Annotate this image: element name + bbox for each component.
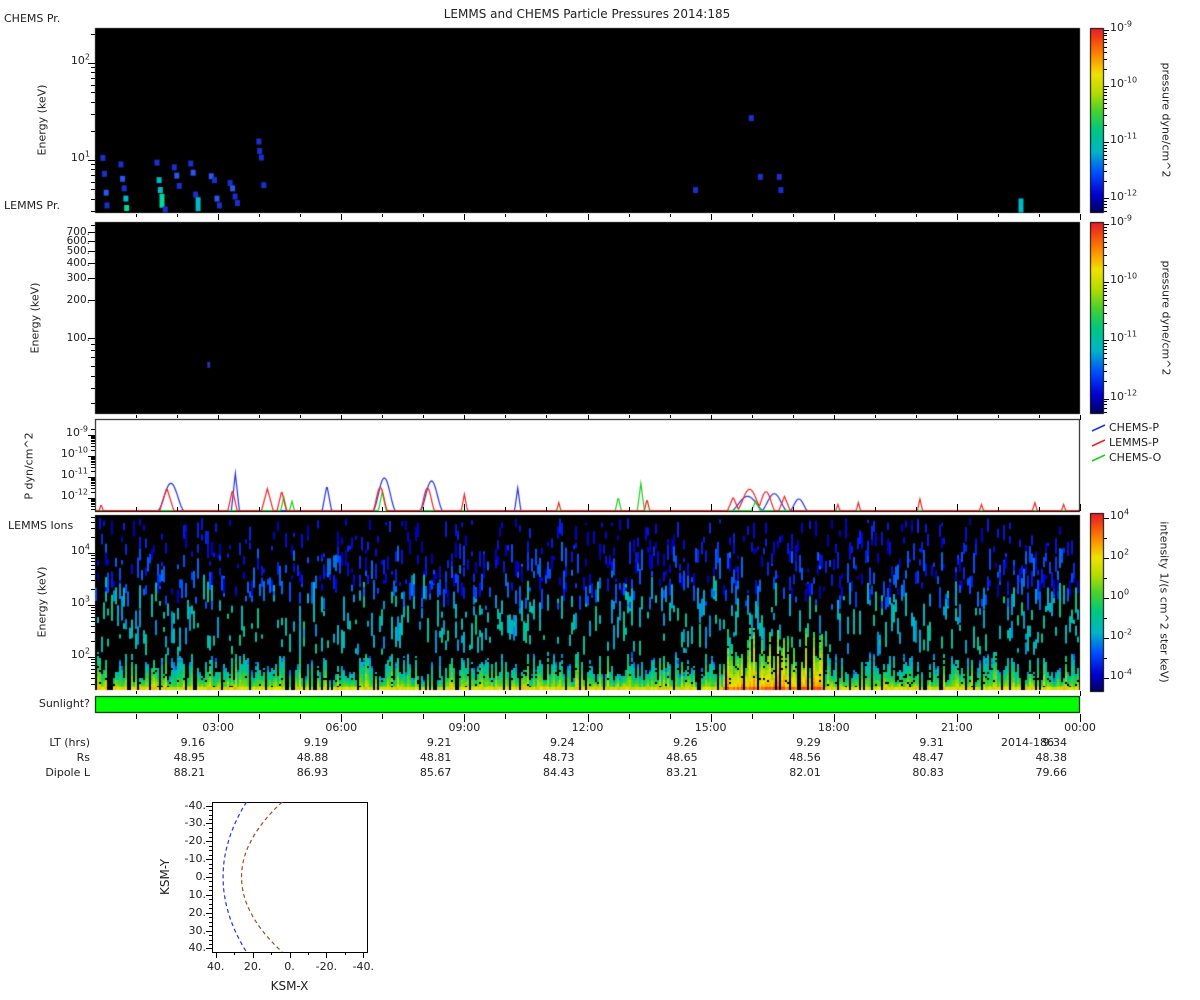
- axis-row-value: 9.29: [796, 736, 821, 749]
- time-tick-label: 21:00: [941, 721, 973, 734]
- cb2-tick: 10-9: [1110, 213, 1132, 229]
- orbit-ytick: -40.: [184, 798, 206, 812]
- cb1-tick: 10-12: [1110, 188, 1138, 203]
- panel-label-lemms-pr: LEMMS Pr.: [4, 199, 60, 212]
- axis-row-value: 85.67: [419, 766, 452, 779]
- orbit-xlabel: KSM-X: [270, 979, 309, 993]
- legend-label-chems-o: CHEMS-O: [1109, 451, 1162, 464]
- axis-row-value: 48.65: [666, 751, 698, 764]
- axis-row-value: 83.21: [666, 766, 698, 779]
- axis-row-value: 48.56: [789, 751, 821, 764]
- time-tick-label: 09:00: [448, 721, 481, 734]
- axis-row-value: 82.01: [789, 766, 821, 779]
- time-tick-label: 18:00: [817, 721, 850, 734]
- axis-row-value: 48.81: [419, 751, 452, 764]
- p1-ylabel: Energy (keV): [35, 84, 49, 156]
- axis-row-value: 9.34: [1042, 736, 1068, 749]
- sunlight-label: Sunlight?: [38, 697, 90, 710]
- axis-row-value: 88.21: [173, 766, 206, 779]
- axis-row-value: 48.88: [296, 751, 329, 764]
- cb3-tick: 10-4: [1110, 667, 1132, 683]
- cb3-tick: 104: [1110, 507, 1130, 522]
- cb3-tick: 100: [1110, 587, 1130, 603]
- axis-row-value: 48.38: [1035, 751, 1068, 764]
- cb3-unit-label: intensity 1/(s cm^2 ster keV): [1157, 521, 1171, 683]
- axis-row-label: Rs: [76, 751, 90, 764]
- p2-ytick: 400.: [66, 256, 90, 269]
- axis-row-value: 9.16: [180, 736, 206, 749]
- p4-ytick: 104: [70, 542, 90, 557]
- orbit-ytick: -20.: [184, 834, 206, 848]
- axis-row-value: 9.19: [303, 736, 329, 749]
- time-tick-label: 00:00: [1064, 721, 1096, 734]
- axis-row-value: 79.66: [1035, 766, 1068, 779]
- cb1-tick: 10-11: [1110, 131, 1138, 146]
- cb1-unit-label: pressure dyne/cm^2: [1159, 62, 1173, 178]
- orbit-xtick: -40.: [352, 960, 375, 973]
- p3-ytick: 10-12: [60, 487, 88, 502]
- orbit-ytick: 20.: [188, 905, 207, 919]
- panel-label-lemms-ions: LEMMS Ions: [8, 519, 74, 532]
- orbit-ytick: 30.: [188, 923, 207, 937]
- axis-row-value: 9.24: [550, 736, 575, 749]
- cb1-tick: 10-9: [1110, 19, 1132, 35]
- cb1-tick: 10-10: [1110, 75, 1138, 91]
- page-title: LEMMS and CHEMS Particle Pressures 2014:…: [443, 7, 731, 21]
- orbit-ytick: 40.: [188, 941, 207, 955]
- orbit-xtick: 20.: [243, 960, 262, 973]
- time-tick-label: 12:00: [571, 721, 604, 734]
- cb3-tick: 102: [1110, 547, 1130, 563]
- plot-page: LEMMS and CHEMS Particle Pressures 2014:…: [0, 0, 1200, 1000]
- p2-ytick: 200.: [66, 294, 90, 307]
- cb3-tick: 10-2: [1110, 627, 1132, 643]
- orbit-xtick: -20.: [315, 960, 338, 973]
- cb2-tick: 10-12: [1110, 388, 1138, 404]
- time-tick-label: 03:00: [202, 721, 234, 734]
- p3-ytick: 10-9: [66, 424, 88, 439]
- axis-row-value: 48.47: [912, 751, 944, 764]
- axis-row-value: 48.73: [543, 751, 575, 764]
- axis-row-value: 84.43: [543, 766, 575, 779]
- axis-row-value: 9.21: [426, 736, 452, 749]
- axis-row-value: 48.95: [173, 751, 206, 764]
- orbit-xtick: 40.: [206, 960, 225, 973]
- axis-row-label: LT (hrs): [49, 736, 90, 749]
- axis-row-value: 80.83: [912, 766, 944, 779]
- panel-label-chems-pr: CHEMS Pr.: [4, 12, 61, 25]
- p2-ytick: 300.: [66, 272, 90, 285]
- p4-ytick: 103: [70, 594, 90, 609]
- spectrogram-canvas: [0, 0, 1200, 1000]
- p3-ytick: 10-11: [60, 466, 88, 481]
- p1-ytick: 102: [70, 52, 90, 67]
- time-tick-label: 15:00: [694, 721, 727, 734]
- p3-ylabel: P dyn/cm^2: [22, 432, 36, 500]
- time-tick-label: 06:00: [325, 721, 358, 734]
- axis-row-value: 86.93: [296, 766, 329, 779]
- axis-row-value: 9.26: [673, 736, 698, 749]
- p4-ytick: 102: [70, 646, 90, 661]
- orbit-xtick: 0.: [284, 960, 295, 973]
- p2-ytick: 500.: [66, 244, 90, 257]
- cb2-tick: 10-10: [1110, 271, 1138, 287]
- legend-label-chems-p: CHEMS-P: [1109, 421, 1159, 434]
- axis-row-value: 9.31: [919, 736, 944, 749]
- p1-ytick: 101: [70, 149, 90, 164]
- axis-row-label: Dipole L: [45, 766, 90, 779]
- orbit-ylabel: KSM-Y: [158, 858, 173, 896]
- p2-ytick: 100.: [66, 332, 90, 344]
- p3-ytick: 10-10: [60, 445, 88, 460]
- cb2-unit-label: pressure dyne/cm^2: [1159, 260, 1173, 376]
- cb2-tick: 10-11: [1110, 329, 1138, 345]
- legend-label-lemms-p: LEMMS-P: [1109, 436, 1159, 449]
- orbit-ytick: -30.: [184, 816, 206, 830]
